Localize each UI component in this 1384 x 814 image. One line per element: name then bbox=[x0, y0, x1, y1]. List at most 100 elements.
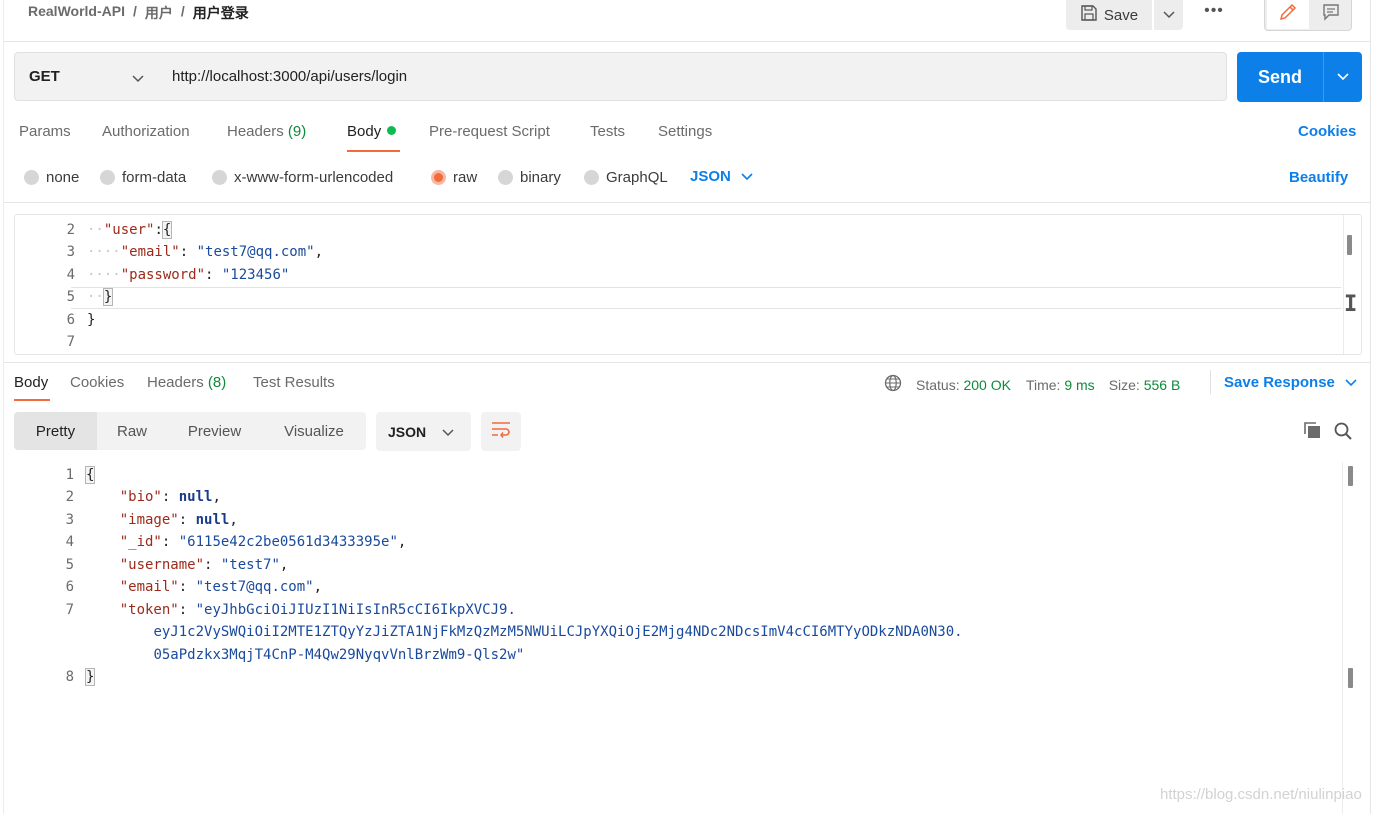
radio-circle bbox=[100, 170, 115, 185]
active-tab-indicator bbox=[347, 150, 400, 152]
response-tab-cookies[interactable]: Cookies bbox=[70, 374, 124, 391]
breadcrumb-folder[interactable]: 用户 bbox=[145, 3, 173, 23]
radio-graphql[interactable]: GraphQL bbox=[584, 169, 668, 186]
vertical-scrollbar[interactable] bbox=[1348, 466, 1353, 486]
radio-circle-selected bbox=[431, 170, 446, 185]
method-select[interactable]: GET bbox=[14, 52, 159, 101]
tab-tests[interactable]: Tests bbox=[590, 123, 625, 140]
line-number: 2 bbox=[65, 489, 74, 505]
response-tab-headers[interactable]: Headers (8) bbox=[147, 374, 226, 391]
body-format-select[interactable]: JSON bbox=[690, 168, 753, 185]
vertical-scrollbar[interactable] bbox=[1347, 235, 1352, 255]
send-dropdown-button[interactable] bbox=[1323, 52, 1362, 102]
line-number: 3 bbox=[66, 244, 75, 260]
tab-authorization[interactable]: Authorization bbox=[102, 123, 190, 140]
status-label: Status: bbox=[916, 376, 960, 393]
response-view-toggle: Pretty Raw Preview Visualize bbox=[14, 412, 366, 450]
cookies-link[interactable]: Cookies bbox=[1298, 123, 1356, 140]
chevron-down-icon bbox=[132, 70, 144, 87]
code-line: "token": "eyJhbGciOiJIUzI1NiIsInR5cCI6Ik… bbox=[119, 602, 516, 618]
radio-circle bbox=[24, 170, 39, 185]
save-response-button[interactable]: Save Response bbox=[1224, 374, 1357, 391]
tab-headers[interactable]: Headers (9) bbox=[227, 123, 306, 140]
code-line: ··"user":{ bbox=[87, 221, 173, 239]
breadcrumb-request[interactable]: 用户登录 bbox=[193, 3, 249, 23]
tab-settings[interactable]: Settings bbox=[658, 123, 712, 140]
view-preview-button[interactable]: Preview bbox=[167, 412, 262, 450]
code-line: ····"password": "123456" bbox=[87, 267, 290, 283]
response-format-select[interactable]: JSON bbox=[376, 412, 471, 451]
comments-button[interactable] bbox=[1311, 0, 1351, 29]
breadcrumb-separator: / bbox=[180, 3, 185, 19]
request-body-editor[interactable]: 2 ··"user":{ 3 ····"email": "test7@qq.co… bbox=[14, 214, 1362, 355]
code-line-wrapped: eyJ1c2VySWQiOiI2MTE1ZTQyYzJiZTA1NjFkMzQz… bbox=[153, 624, 963, 640]
wrap-lines-icon bbox=[490, 420, 512, 443]
response-tab-body[interactable]: Body bbox=[14, 374, 48, 391]
breadcrumb-collection[interactable]: RealWorld-API bbox=[28, 3, 125, 23]
chevron-down-icon bbox=[442, 424, 454, 440]
response-headers-count: (8) bbox=[207, 374, 227, 391]
response-body-viewer[interactable]: 1 { 2 "bio": null, 3 "image": null, 4 "_… bbox=[14, 462, 1362, 814]
chevron-down-icon bbox=[1162, 6, 1175, 24]
pencil-icon bbox=[1278, 2, 1298, 27]
vertical-scrollbar-marker bbox=[1348, 668, 1353, 688]
save-dropdown-button[interactable] bbox=[1154, 0, 1183, 30]
tab-body[interactable]: Body bbox=[347, 123, 397, 140]
status-value: 200 OK bbox=[963, 376, 1011, 393]
time-value: 9 ms bbox=[1064, 376, 1095, 393]
radio-label: binary bbox=[520, 169, 561, 186]
code-line-wrapped: 05aPdzkx3MqjT4CnP-M4Qw29NyqvVnlBrzWm9-Ql… bbox=[153, 647, 525, 663]
chevron-down-icon bbox=[1345, 374, 1357, 391]
radio-circle bbox=[212, 170, 227, 185]
save-button[interactable]: Save bbox=[1066, 0, 1152, 30]
code-line: "_id": "6115e42c2be0561d3433395e", bbox=[119, 534, 407, 550]
wrap-lines-button[interactable] bbox=[481, 412, 521, 451]
code-line: { bbox=[84, 466, 96, 484]
radio-none[interactable]: none bbox=[24, 169, 79, 186]
body-indicator-dot bbox=[387, 126, 397, 135]
time-label: Time: bbox=[1025, 376, 1061, 393]
code-line: "username": "test7", bbox=[119, 557, 289, 573]
breadcrumb-separator: / bbox=[132, 3, 137, 19]
line-number: 5 bbox=[66, 289, 75, 305]
scroll-track bbox=[1342, 462, 1343, 814]
edit-mode-button[interactable] bbox=[1267, 0, 1309, 29]
radio-label: x-www-form-urlencoded bbox=[234, 169, 394, 186]
url-input[interactable]: http://localhost:3000/api/users/login bbox=[158, 52, 1227, 101]
line-number: 2 bbox=[66, 222, 75, 238]
current-line-highlight bbox=[71, 287, 1341, 309]
section-divider bbox=[4, 362, 1370, 363]
view-visualize-button[interactable]: Visualize bbox=[262, 412, 366, 450]
body-format-value: JSON bbox=[690, 168, 731, 185]
code-line: ····"email": "test7@qq.com", bbox=[87, 244, 324, 260]
beautify-link[interactable]: Beautify bbox=[1289, 169, 1348, 186]
more-options-button[interactable]: ••• bbox=[1200, 3, 1228, 22]
send-button[interactable]: Send bbox=[1237, 52, 1323, 102]
size-label: Size: bbox=[1108, 376, 1140, 393]
view-pretty-button[interactable]: Pretty bbox=[14, 412, 97, 450]
line-number: 7 bbox=[66, 334, 75, 350]
line-number: 8 bbox=[65, 669, 74, 685]
line-number: 6 bbox=[65, 579, 74, 595]
chevron-down-icon bbox=[741, 168, 753, 185]
response-meta: Status: 200 OK Time: 9 ms Size: 556 B bbox=[884, 374, 1180, 395]
radio-form-data[interactable]: form-data bbox=[100, 169, 186, 186]
watermark: https://blog.csdn.net/niulinpiao bbox=[1160, 786, 1362, 803]
divider bbox=[1210, 370, 1211, 394]
code-line: "image": null, bbox=[119, 512, 238, 528]
line-number: 1 bbox=[65, 467, 74, 483]
copy-icon[interactable] bbox=[1302, 420, 1322, 445]
globe-icon[interactable] bbox=[884, 374, 902, 395]
code-line: } bbox=[87, 312, 96, 328]
view-raw-button[interactable]: Raw bbox=[97, 412, 167, 450]
radio-binary[interactable]: binary bbox=[498, 169, 561, 186]
response-tab-headers-label: Headers bbox=[147, 374, 204, 391]
radio-raw[interactable]: raw bbox=[431, 169, 477, 186]
response-tab-test-results[interactable]: Test Results bbox=[253, 374, 335, 391]
tab-pre-request-script[interactable]: Pre-request Script bbox=[429, 123, 550, 140]
search-icon[interactable] bbox=[1333, 421, 1353, 446]
tab-params[interactable]: Params bbox=[19, 123, 71, 140]
line-number: 7 bbox=[65, 602, 74, 618]
radio-x-www-form-urlencoded[interactable]: x-www-form-urlencoded bbox=[212, 169, 393, 186]
chevron-down-icon bbox=[1337, 68, 1349, 86]
